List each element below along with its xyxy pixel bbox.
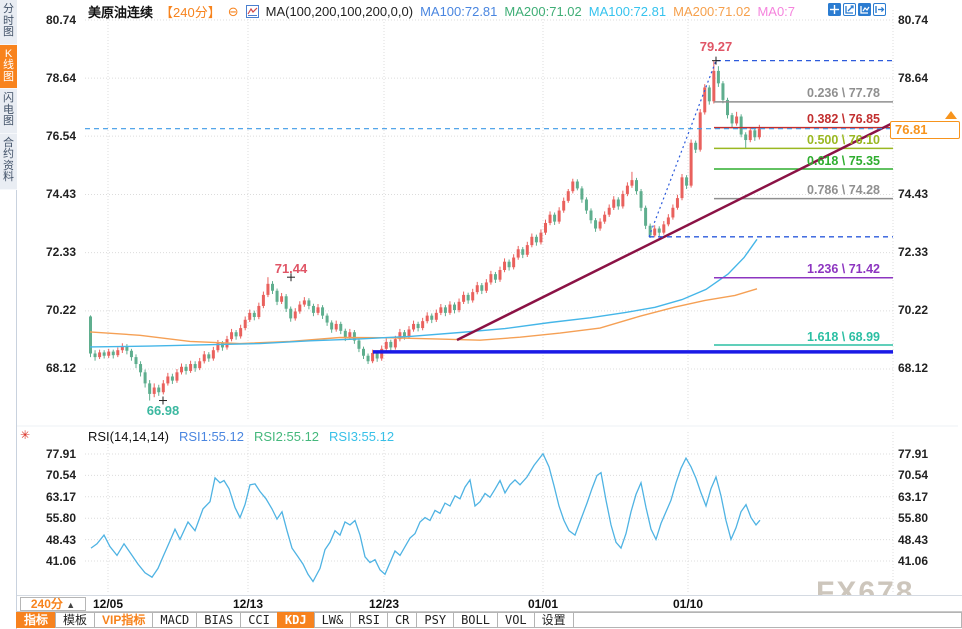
tab-templates[interactable]: 模板 xyxy=(55,612,95,628)
swing-low-label: 66.98 xyxy=(147,403,180,418)
rsi-tick: 63.17 xyxy=(898,490,958,504)
fib-level-0382: 0.382 \ 76.85 xyxy=(807,112,880,126)
settings-button[interactable]: 设置 xyxy=(534,612,574,628)
sidebar-item-contract-info[interactable]: 合约资料 xyxy=(0,134,17,190)
ma200-value-2: MA200:71.02 xyxy=(673,4,750,19)
price-up-arrow-icon xyxy=(945,111,957,119)
indicator-settings-icon[interactable]: ✳ xyxy=(20,428,30,442)
indicator-macd[interactable]: MACD xyxy=(152,612,197,628)
rsi2-value: RSI2:55.12 xyxy=(254,429,319,444)
period-label: 【240分】 xyxy=(160,2,221,21)
date-tick: 12/05 xyxy=(83,597,133,611)
symbol-name: 美原油连续 xyxy=(88,2,153,21)
period-selector[interactable]: 240分 ▲ xyxy=(20,597,86,611)
tab-indicators[interactable]: 指标 xyxy=(16,612,56,628)
rsi-tick: 70.54 xyxy=(898,468,958,482)
price-tick: 80.74 xyxy=(898,13,958,27)
toolbar-empty-area xyxy=(573,612,962,628)
fib-diagonal-dotted xyxy=(649,61,716,237)
indicator-rsi[interactable]: RSI xyxy=(350,612,388,628)
sidebar-item-timeline-chart[interactable]: 分时图 xyxy=(0,0,17,45)
price-tick: 74.43 xyxy=(16,187,76,201)
rsi-legend: RSI(14,14,14) RSI1:55.12 RSI2:55.12 RSI3… xyxy=(88,429,394,444)
rsi-tick: 77.91 xyxy=(898,447,958,461)
ma-formula: MA(100,200,100,200,0,0) xyxy=(266,4,413,19)
rsi-tick: 63.17 xyxy=(16,490,76,504)
chart-legend: 美原油连续 【240分】 ⊖ MA(100,200,100,200,0,0) M… xyxy=(88,3,795,20)
rsi-tick: 55.80 xyxy=(16,511,76,525)
fib-level-1618: 1.618 \ 68.99 xyxy=(807,330,880,344)
candlestick-series xyxy=(89,61,761,401)
collapse-right-icon[interactable] xyxy=(873,3,886,16)
indicator-boll[interactable]: BOLL xyxy=(453,612,498,628)
indicator-toolbar: 指标 模板 VIP指标 MACD BIAS CCI KDJ LW& RSI CR… xyxy=(17,611,962,628)
trading-app-window: 分时图 K线图 闪电图 合约资料 美原油连续 【240分】 ⊖ MA(100,2… xyxy=(0,0,962,629)
sidebar-item-lightning-chart[interactable]: 闪电图 xyxy=(0,89,17,134)
ma100-line xyxy=(90,239,757,347)
chart-tool-buttons xyxy=(828,3,886,16)
indicator-psy[interactable]: PSY xyxy=(416,612,454,628)
price-tick: 72.33 xyxy=(898,245,958,259)
rsi-tick: 41.06 xyxy=(898,554,958,568)
price-tick: 78.64 xyxy=(16,71,76,85)
ma100-value-1: MA100:72.81 xyxy=(420,4,497,19)
axis-scale-icon[interactable] xyxy=(858,3,871,16)
swing-high-label: 79.27 xyxy=(700,39,733,54)
mini-chart-icon[interactable] xyxy=(246,5,259,18)
collapse-legend-icon[interactable]: ⊖ xyxy=(228,4,239,20)
current-price-badge: 76.81 xyxy=(890,121,960,139)
rsi-tick: 48.43 xyxy=(898,533,958,547)
price-tick: 68.12 xyxy=(16,361,76,375)
price-tick: 72.33 xyxy=(16,245,76,259)
rsi-tick: 70.54 xyxy=(16,468,76,482)
sidebar: 分时图 K线图 闪电图 合约资料 xyxy=(0,0,17,629)
rsi-formula: RSI(14,14,14) xyxy=(88,429,169,444)
fib-level-0618: 0.618 \ 75.35 xyxy=(807,154,880,168)
rsi-tick: 55.80 xyxy=(898,511,958,525)
tab-vip-indicators[interactable]: VIP指标 xyxy=(94,612,153,628)
indicator-cr[interactable]: CR xyxy=(387,612,417,628)
date-axis: 240分 ▲ 12/05 12/13 12/23 01/01 01/10 xyxy=(17,595,962,611)
price-tick: 68.12 xyxy=(898,361,958,375)
date-tick: 01/01 xyxy=(518,597,568,611)
fib-level-0236: 0.236 \ 77.78 xyxy=(807,86,880,100)
rsi-tick: 48.43 xyxy=(16,533,76,547)
fib-level-1236: 1.236 \ 71.42 xyxy=(807,262,880,276)
price-tick: 70.22 xyxy=(898,303,958,317)
indicator-kdj[interactable]: KDJ xyxy=(277,612,315,628)
rsi3-value: RSI3:55.12 xyxy=(329,429,394,444)
indicator-cci[interactable]: CCI xyxy=(240,612,278,628)
date-tick: 12/23 xyxy=(359,597,409,611)
zoom-range-icon[interactable] xyxy=(843,3,856,16)
sidebar-item-kline-chart[interactable]: K线图 xyxy=(0,45,17,90)
price-tick: 78.64 xyxy=(898,71,958,85)
ma200-value-1: MA200:71.02 xyxy=(504,4,581,19)
indicator-bias[interactable]: BIAS xyxy=(196,612,241,628)
indicator-vol[interactable]: VOL xyxy=(497,612,535,628)
rsi-tick: 41.06 xyxy=(16,554,76,568)
date-tick: 12/13 xyxy=(223,597,273,611)
local-high-label: 71.44 xyxy=(275,261,308,276)
price-tick: 76.54 xyxy=(16,129,76,143)
ma0-value: MA0:7 xyxy=(757,4,795,19)
rsi-tick: 77.91 xyxy=(16,447,76,461)
chevron-up-icon: ▲ xyxy=(66,600,75,610)
fib-level-0786: 0.786 \ 74.28 xyxy=(807,183,880,197)
indicator-lw[interactable]: LW& xyxy=(314,612,352,628)
price-tick: 80.74 xyxy=(16,13,76,27)
price-tick: 74.43 xyxy=(898,187,958,201)
price-tick: 70.22 xyxy=(16,303,76,317)
period-selector-label: 240分 xyxy=(31,597,63,611)
pan-move-icon[interactable] xyxy=(828,3,841,16)
rsi-line xyxy=(91,454,760,582)
ma100-value-2: MA100:72.81 xyxy=(589,4,666,19)
date-tick: 01/10 xyxy=(663,597,713,611)
rsi1-value: RSI1:55.12 xyxy=(179,429,244,444)
fib-level-0500: 0.500 \ 76.10 xyxy=(807,133,880,147)
